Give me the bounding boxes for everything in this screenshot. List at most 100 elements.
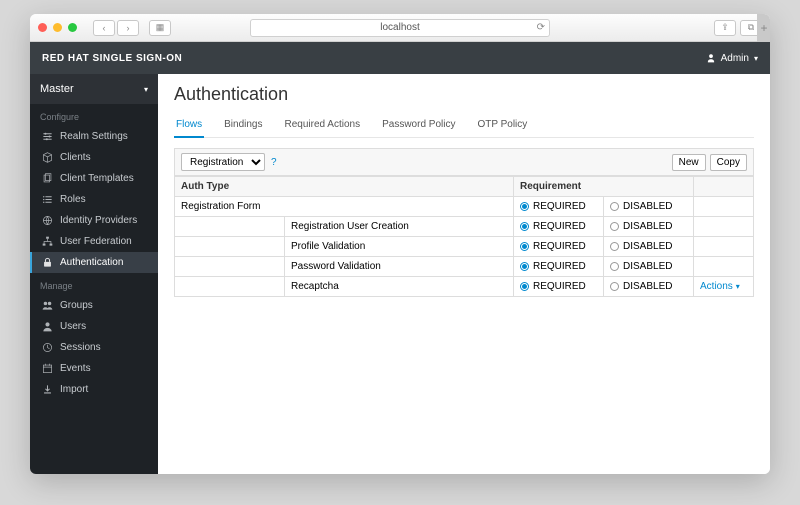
requirement-disabled-cell[interactable]: DISABLED <box>604 197 694 217</box>
auth-flow-table: Auth Type Requirement Registration FormR… <box>174 176 754 297</box>
disabled-label: DISABLED <box>623 261 672 272</box>
requirement-required-cell[interactable]: REQUIRED <box>514 257 604 277</box>
requirement-required-cell[interactable]: REQUIRED <box>514 217 604 237</box>
sidebar-item-client-templates[interactable]: Client Templates <box>30 168 158 189</box>
actions-cell <box>694 197 754 217</box>
requirement-required-cell[interactable]: REQUIRED <box>514 237 604 257</box>
brand-label: RED HAT SINGLE SIGN-ON <box>42 53 182 64</box>
sidebar-item-label: Groups <box>60 300 93 311</box>
sidebar-item-label: Sessions <box>60 342 101 353</box>
flow-select[interactable]: Registration <box>181 153 265 171</box>
disabled-label: DISABLED <box>623 221 672 232</box>
table-row: Registration FormREQUIREDDISABLED <box>175 197 754 217</box>
requirement-disabled-cell[interactable]: DISABLED <box>604 277 694 297</box>
app-shell: RED HAT SINGLE SIGN-ON Admin ▾ Master ▾ … <box>30 42 770 474</box>
user-name: Admin <box>721 53 749 64</box>
realm-name: Master <box>40 83 74 95</box>
new-tab-button[interactable]: + <box>757 14 770 42</box>
sidebar-item-label: Import <box>60 384 88 395</box>
browser-chrome: ‹ › ▦ localhost ⟳ ⇪ ⧉ + <box>30 14 770 42</box>
sidebar-item-groups[interactable]: Groups <box>30 295 158 316</box>
indent-spacer <box>175 277 285 297</box>
sidebar-item-authentication[interactable]: Authentication <box>30 252 158 273</box>
requirement-disabled-cell[interactable]: DISABLED <box>604 237 694 257</box>
zoom-traffic-light[interactable] <box>68 23 77 32</box>
requirement-disabled-cell[interactable]: DISABLED <box>604 257 694 277</box>
required-label: REQUIRED <box>533 221 586 232</box>
sidebar-item-label: Clients <box>60 152 91 163</box>
radio-required[interactable] <box>520 202 529 211</box>
clock-icon <box>42 342 53 353</box>
radio-required[interactable] <box>520 242 529 251</box>
tab-bindings[interactable]: Bindings <box>222 113 264 138</box>
sidebar-item-user-federation[interactable]: User Federation <box>30 231 158 252</box>
sidebar-item-identity-providers[interactable]: Identity Providers <box>30 210 158 231</box>
realm-selector[interactable]: Master ▾ <box>30 74 158 104</box>
table-row: Profile Validation REQUIRED DISABLED <box>175 237 754 257</box>
sidebar-item-import[interactable]: Import <box>30 379 158 400</box>
forward-button[interactable]: › <box>117 20 139 36</box>
minimize-traffic-light[interactable] <box>53 23 62 32</box>
actions-cell <box>694 217 754 237</box>
sidebar-item-realm-settings[interactable]: Realm Settings <box>30 126 158 147</box>
indent-spacer <box>175 257 285 277</box>
actions-dropdown[interactable]: Actions▾ <box>700 281 747 292</box>
tab-flows[interactable]: Flows <box>174 113 204 138</box>
reload-icon[interactable]: ⟳ <box>537 22 545 33</box>
sliders-icon <box>42 131 53 142</box>
auth-type-cell: Profile Validation <box>285 237 514 257</box>
sidebar-item-users[interactable]: Users <box>30 316 158 337</box>
radio-disabled[interactable] <box>610 222 619 231</box>
actions-cell[interactable]: Actions▾ <box>694 277 754 297</box>
radio-required[interactable] <box>520 222 529 231</box>
app-body: Master ▾ Configure Realm SettingsClients… <box>30 74 770 474</box>
help-icon[interactable]: ? <box>271 157 277 168</box>
table-row: Registration User Creation REQUIRED DISABL… <box>175 217 754 237</box>
requirement-required-cell[interactable]: REQUIRED <box>514 277 604 297</box>
new-button[interactable]: New <box>672 154 706 171</box>
tab-required-actions[interactable]: Required Actions <box>282 113 362 138</box>
close-traffic-light[interactable] <box>38 23 47 32</box>
table-row: RecaptchaREQUIREDDISABLED Actions▾ <box>175 277 754 297</box>
col-requirement: Requirement <box>514 177 694 197</box>
sidebar-item-label: Identity Providers <box>60 215 137 226</box>
sidebar-item-roles[interactable]: Roles <box>30 189 158 210</box>
users-icon <box>42 300 53 311</box>
sidebar-item-label: Authentication <box>60 257 123 268</box>
sidebar-item-label: User Federation <box>60 236 132 247</box>
requirement-required-cell[interactable]: REQUIRED <box>514 197 604 217</box>
globe-icon <box>42 215 53 226</box>
back-button[interactable]: ‹ <box>93 20 115 36</box>
sidebar-item-events[interactable]: Events <box>30 358 158 379</box>
auth-type-cell: Recaptcha <box>285 277 514 297</box>
main-content: Authentication FlowsBindingsRequired Act… <box>158 74 770 474</box>
requirement-disabled-cell[interactable]: DISABLED <box>604 217 694 237</box>
radio-disabled[interactable] <box>610 202 619 211</box>
sidebar-item-sessions[interactable]: Sessions <box>30 337 158 358</box>
sidebar-toggle-button[interactable]: ▦ <box>149 20 171 36</box>
list-icon <box>42 194 53 205</box>
radio-disabled[interactable] <box>610 282 619 291</box>
share-button[interactable]: ⇪ <box>714 20 736 36</box>
sidebar: Master ▾ Configure Realm SettingsClients… <box>30 74 158 474</box>
radio-disabled[interactable] <box>610 242 619 251</box>
actions-cell <box>694 237 754 257</box>
radio-disabled[interactable] <box>610 262 619 271</box>
user-menu[interactable]: Admin ▾ <box>706 53 758 64</box>
radio-required[interactable] <box>520 262 529 271</box>
copy-button[interactable]: Copy <box>710 154 747 171</box>
radio-required[interactable] <box>520 282 529 291</box>
indent-spacer <box>175 217 285 237</box>
sitemap-icon <box>42 236 53 247</box>
required-label: REQUIRED <box>533 241 586 252</box>
tab-password-policy[interactable]: Password Policy <box>380 113 457 138</box>
actions-cell <box>694 257 754 277</box>
tab-otp-policy[interactable]: OTP Policy <box>475 113 529 138</box>
url-bar[interactable]: localhost ⟳ <box>250 19 550 37</box>
table-row: Password ValidationREQUIREDDISABLED <box>175 257 754 277</box>
sidebar-item-clients[interactable]: Clients <box>30 147 158 168</box>
auth-type-cell: Registration User Creation <box>285 217 514 237</box>
actions-label: Actions <box>700 281 733 292</box>
url-text: localhost <box>380 22 419 33</box>
calendar-icon <box>42 363 53 374</box>
